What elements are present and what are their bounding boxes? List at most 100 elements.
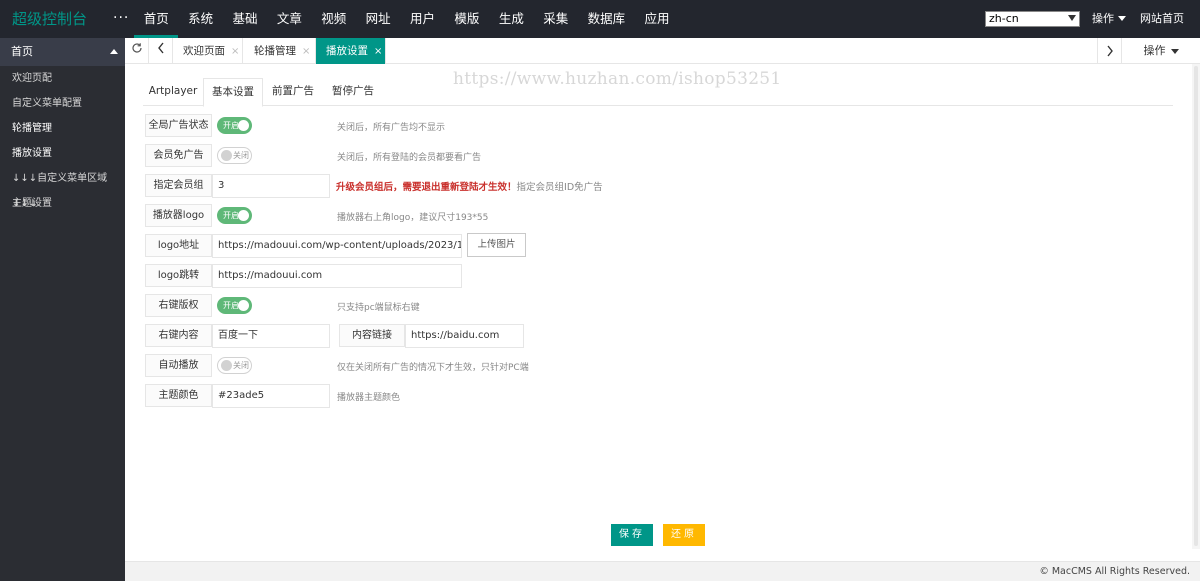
theme-color-input[interactable]: #23ade5 xyxy=(212,384,330,408)
tab-pause-ad[interactable]: 暂停广告 xyxy=(323,78,383,106)
nav-item-article[interactable]: 文章 xyxy=(267,0,311,38)
copyright-text: © MacCMS All Rights Reserved. xyxy=(1039,566,1190,577)
member-free-ad-hint: 关闭后，所有登陆的会员都要看广告 xyxy=(337,153,482,163)
logo-url-label: logo地址 xyxy=(145,234,212,257)
refresh-icon[interactable] xyxy=(125,38,149,64)
sidebar: 首页 欢迎页配 自定义菜单配置 轮播管理 播放设置 ↓↓↓自定义菜单区域↓↓↓ … xyxy=(0,38,125,581)
top-operate-menu[interactable]: 操作 xyxy=(1092,0,1114,38)
theme-color-hint: 播放器主题颜色 xyxy=(337,393,401,403)
tab-player-settings[interactable]: 播放设置 × xyxy=(316,38,386,64)
watermark-text: https://www.huzhan.com/ishop53251 xyxy=(453,69,782,89)
main-content: Artplayer 基本设置 前置广告 暂停广告 https://www.huz… xyxy=(125,64,1200,561)
nav-item-home[interactable]: 首页 xyxy=(134,0,179,38)
close-icon[interactable]: × xyxy=(302,46,310,57)
save-button[interactable]: 保存 xyxy=(611,524,653,546)
more-menu-icon[interactable]: ··· xyxy=(113,0,129,36)
caret-down-icon xyxy=(1118,16,1126,21)
member-group-hint: 升级会员组后，需要退出重新登陆才生效！指定会员组ID免广告 xyxy=(336,179,603,193)
content-link-input[interactable]: https://baidu.com xyxy=(405,324,524,348)
tab-label: 播放设置 xyxy=(326,45,368,57)
scroll-thumb[interactable] xyxy=(1194,66,1198,546)
nav-item-system[interactable]: 系统 xyxy=(178,0,222,38)
sidebar-item-welcome[interactable]: 欢迎页配 xyxy=(0,66,125,91)
tab-scroll-left-icon[interactable] xyxy=(149,38,173,64)
player-logo-label: 播放器logo xyxy=(145,204,212,227)
tab-welcome[interactable]: 欢迎页面 × xyxy=(173,38,243,64)
nav-item-basic[interactable]: 基础 xyxy=(223,0,267,38)
language-select[interactable]: zh-cn xyxy=(985,11,1080,27)
global-ad-label: 全局广告状态 xyxy=(145,114,212,137)
tab-label: 轮播管理 xyxy=(254,45,296,57)
nav-item-user[interactable]: 用户 xyxy=(400,0,444,38)
member-group-input[interactable]: 3 xyxy=(212,174,330,198)
sidebar-head-home[interactable]: 首页 xyxy=(0,38,125,66)
nav-item-generate[interactable]: 生成 xyxy=(489,0,533,38)
right-click-hint: 只支持pc端鼠标右键 xyxy=(337,303,420,313)
switch-text: 关闭 xyxy=(233,151,249,160)
site-home-link[interactable]: 网站首页 xyxy=(1140,0,1184,38)
right-content-label: 右键内容 xyxy=(145,324,212,347)
logo-link-label: logo跳转 xyxy=(145,264,212,287)
switch-text: 关闭 xyxy=(233,361,249,370)
autoplay-switch[interactable]: 关闭 xyxy=(217,357,252,374)
upload-image-button[interactable]: 上传图片 xyxy=(467,233,526,257)
reset-button[interactable]: 还原 xyxy=(663,524,705,546)
logo-url-input[interactable]: https://madouui.com/wp-content/uploads/2… xyxy=(212,234,462,258)
tab-operate-menu[interactable]: 操作 xyxy=(1121,38,1200,64)
switch-knob xyxy=(238,120,249,131)
sidebar-item-custom-area[interactable]: ↓↓↓自定义菜单区域↓↓↓ xyxy=(0,166,125,209)
top-nav: 首页 系统 基础 文章 视频 网址 用户 模版 生成 采集 数据库 应用 xyxy=(134,0,679,38)
tab-scroll-right-icon[interactable] xyxy=(1097,38,1121,64)
nav-item-video[interactable]: 视频 xyxy=(312,0,356,38)
tab-pre-ad[interactable]: 前置广告 xyxy=(263,78,323,106)
tab-operate-label: 操作 xyxy=(1143,44,1166,57)
member-group-label: 指定会员组 xyxy=(145,174,212,197)
autoplay-hint: 仅在关闭所有广告的情况下才生效，只针对PC端 xyxy=(337,363,529,373)
tab-basic-settings[interactable]: 基本设置 xyxy=(203,78,263,107)
switch-knob xyxy=(221,360,232,371)
right-click-switch[interactable]: 开启 xyxy=(217,297,252,314)
player-logo-hint: 播放器右上角logo，建议尺寸193*55 xyxy=(337,213,489,223)
right-content-input[interactable]: 百度一下 xyxy=(212,324,330,348)
footer: © MacCMS All Rights Reserved. xyxy=(125,561,1200,581)
nav-item-website[interactable]: 网址 xyxy=(356,0,400,38)
global-ad-switch[interactable]: 开启 xyxy=(217,117,252,134)
member-free-ad-label: 会员免广告 xyxy=(145,144,212,167)
vertical-scrollbar[interactable] xyxy=(1192,64,1200,549)
switch-knob xyxy=(238,300,249,311)
switch-text: 开启 xyxy=(223,211,239,220)
nav-item-template[interactable]: 模版 xyxy=(445,0,489,38)
sidebar-item-player-settings[interactable]: 播放设置 xyxy=(0,141,125,166)
top-header: 超级控制台 ··· 首页 系统 基础 文章 视频 网址 用户 模版 生成 采集 … xyxy=(0,0,1200,38)
right-click-label: 右键版权 xyxy=(145,294,212,317)
player-logo-switch[interactable]: 开启 xyxy=(217,207,252,224)
page-tabbar: 欢迎页面 × 轮播管理 × 播放设置 × 操作 xyxy=(125,38,1200,64)
nav-item-apps[interactable]: 应用 xyxy=(635,0,679,38)
sidebar-item-custom-menu[interactable]: 自定义菜单配置 xyxy=(0,91,125,116)
language-value: zh-cn xyxy=(989,12,1019,25)
tab-carousel[interactable]: 轮播管理 × xyxy=(244,38,316,64)
close-icon[interactable]: × xyxy=(374,46,382,57)
close-icon[interactable]: × xyxy=(231,46,239,57)
content-link-label: 内容链接 xyxy=(339,324,405,347)
app-logo[interactable]: 超级控制台 xyxy=(0,0,125,38)
caret-up-icon xyxy=(110,49,118,54)
switch-text: 开启 xyxy=(223,121,239,130)
sidebar-item-carousel[interactable]: 轮播管理 xyxy=(0,116,125,141)
global-ad-hint: 关闭后，所有广告均不显示 xyxy=(337,123,446,133)
sidebar-head-label: 首页 xyxy=(11,45,33,58)
member-free-ad-switch[interactable]: 关闭 xyxy=(217,147,252,164)
tab-artplayer[interactable]: Artplayer xyxy=(143,78,203,106)
nav-item-database[interactable]: 数据库 xyxy=(578,0,635,38)
switch-knob xyxy=(221,150,232,161)
switch-text: 开启 xyxy=(223,301,239,310)
sidebar-item-theme[interactable]: 主题设置 xyxy=(0,191,125,216)
logo-link-input[interactable]: https://madouui.com xyxy=(212,264,462,288)
chevron-down-icon xyxy=(1068,15,1076,21)
switch-knob xyxy=(238,210,249,221)
nav-item-collect[interactable]: 采集 xyxy=(534,0,578,38)
theme-color-label: 主题颜色 xyxy=(145,384,212,407)
member-group-note: 指定会员组ID免广告 xyxy=(516,182,603,193)
member-group-warning: 升级会员组后，需要退出重新登陆才生效！ xyxy=(336,182,517,193)
tab-label: 欢迎页面 xyxy=(183,45,225,57)
